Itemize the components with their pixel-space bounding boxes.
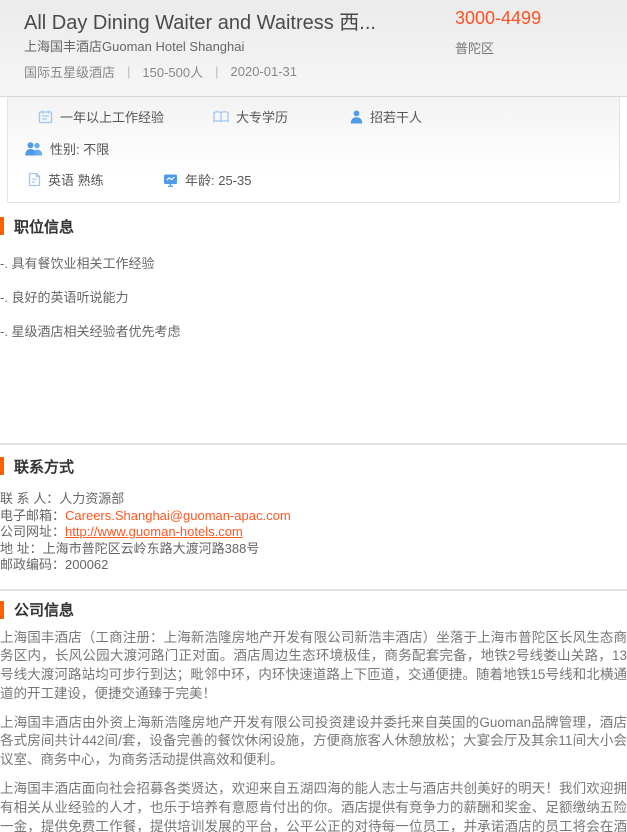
requirement-label: 英语 熟练 — [48, 170, 104, 189]
board-icon — [163, 173, 178, 187]
contact-website-row: 公司网址：http://www.guoman-hotels.com — [0, 524, 627, 541]
contact-email-value: Careers.Shanghai@guoman-apac.com — [65, 508, 291, 523]
requirement-language: 英语 熟练 — [28, 170, 104, 189]
company-paragraph: 上海国丰酒店由外资上海新浩隆房地产开发有限公司投资建设并委托来自英国的Guoma… — [0, 714, 627, 770]
company-info-header: 公司信息 — [0, 600, 627, 620]
requirement-label: 一年以上工作经验 — [60, 107, 164, 126]
spacer — [0, 347, 627, 443]
book-icon — [213, 110, 229, 124]
requirement-label: 性别: 不限 — [50, 139, 109, 158]
company-description: 上海国丰酒店（工商注册：上海新浩隆房地产开发有限公司新浩丰酒店）坐落于上海市普陀… — [0, 629, 627, 832]
section-title: 联系方式 — [14, 456, 74, 477]
requirement-experience: 一年以上工作经验 — [38, 107, 164, 126]
contact-header: 联系方式 — [0, 456, 627, 476]
tag-post-date: 2020-01-31 — [231, 64, 298, 79]
tag-separator: | — [215, 64, 218, 79]
contact-label: 地 址： — [0, 541, 43, 556]
accent-bar — [0, 601, 4, 619]
document-icon — [28, 172, 41, 187]
page-title: All Day Dining Waiter and Waitress 西... — [24, 6, 444, 35]
contact-label: 电子邮箱： — [0, 508, 65, 523]
people-icon — [25, 142, 43, 156]
section-title: 公司信息 — [14, 599, 74, 620]
section-contact: 联系方式 联 系 人：人力资源部 电子邮箱：Careers.Shanghai@g… — [0, 445, 627, 589]
job-header: All Day Dining Waiter and Waitress 西... … — [0, 0, 627, 97]
requirement-education: 大专学历 — [213, 107, 288, 126]
contact-rows: 联 系 人：人力资源部 电子邮箱：Careers.Shanghai@guoman… — [0, 491, 627, 574]
person-icon — [350, 110, 363, 124]
contact-person-value: 人力资源部 — [59, 491, 124, 506]
tag-hotel-grade: 国际五星级酒店 — [24, 62, 115, 81]
company-paragraph: 上海国丰酒店（工商注册：上海新浩隆房地产开发有限公司新浩丰酒店）坐落于上海市普陀… — [0, 629, 627, 704]
company-name: 上海国丰酒店Guoman Hotel Shanghai — [24, 36, 244, 55]
company-paragraph: 上海国丰酒店面向社会招募各类贤达，欢迎来自五湖四海的能人志士与酒店共创美好的明天… — [0, 780, 627, 832]
contact-label: 联 系 人： — [0, 491, 59, 506]
contact-person-row: 联 系 人：人力资源部 — [0, 491, 627, 508]
list-item: -. 星级酒店相关经验者优先考虑 — [0, 313, 627, 347]
job-requirement-list: -. 具有餐饮业相关工作经验 -. 良好的英语听说能力 -. 星级酒店相关经验者… — [0, 245, 627, 347]
requirement-label: 大专学历 — [236, 107, 288, 126]
tag-separator: | — [127, 64, 130, 79]
spacer — [0, 574, 627, 589]
job-info-header: 职位信息 — [0, 216, 627, 236]
list-item: -. 良好的英语听说能力 — [0, 279, 627, 313]
section-company-info: 公司信息 上海国丰酒店（工商注册：上海新浩隆房地产开发有限公司新浩丰酒店）坐落于… — [0, 591, 627, 832]
list-item: -. 具有餐饮业相关工作经验 — [0, 245, 627, 279]
requirement-label: 招若干人 — [370, 107, 422, 126]
salary-range: 3000-4499 — [455, 8, 541, 29]
section-title: 职位信息 — [14, 216, 74, 237]
section-job-info: 职位信息 -. 具有餐饮业相关工作经验 -. 良好的英语听说能力 -. 星级酒店… — [0, 203, 627, 443]
calendar-icon — [38, 109, 53, 124]
requirement-gender: 性别: 不限 — [25, 139, 109, 158]
tag-company-size: 150-500人 — [142, 62, 203, 81]
contact-address-row: 地 址：上海市普陀区云岭东路大渡河路388号 — [0, 541, 627, 558]
district-label: 普陀区 — [455, 38, 494, 57]
requirement-age: 年龄: 25-35 — [163, 170, 251, 189]
accent-bar — [0, 457, 4, 475]
contact-zip-row: 邮政编码：200062 — [0, 557, 627, 574]
requirement-label: 年龄: 25-35 — [185, 170, 251, 189]
contact-label: 邮政编码： — [0, 557, 65, 572]
contact-zip-value: 200062 — [65, 557, 108, 572]
requirement-headcount: 招若干人 — [350, 107, 422, 126]
contact-email-row: 电子邮箱：Careers.Shanghai@guoman-apac.com — [0, 508, 627, 525]
requirements-box: 一年以上工作经验 大专学历 招若干人 性别: 不限 英语 熟练 年龄: 25-3… — [7, 97, 620, 203]
contact-label: 公司网址： — [0, 524, 65, 539]
contact-address-value: 上海市普陀区云岭东路大渡河路388号 — [43, 541, 260, 556]
company-website-link[interactable]: http://www.guoman-hotels.com — [65, 524, 243, 539]
accent-bar — [0, 217, 4, 235]
job-tags: 国际五星级酒店 | 150-500人 | 2020-01-31 — [24, 62, 297, 81]
